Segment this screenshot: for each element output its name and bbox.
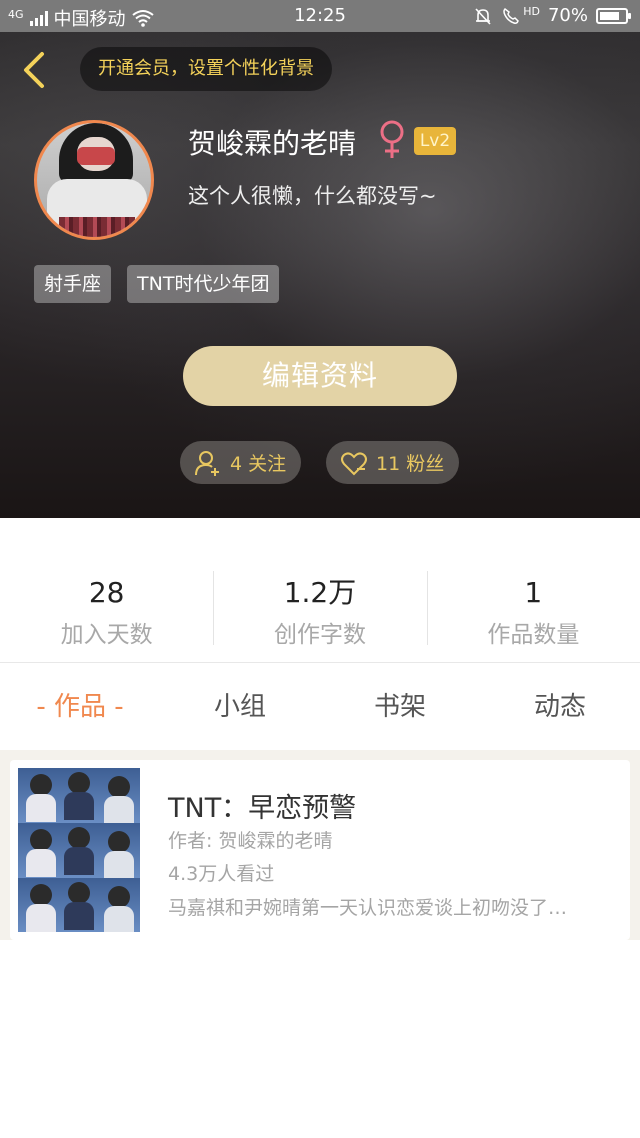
status-bar: 4G 中国移动 12:25 HD 70% [0, 0, 640, 32]
stat-value: 28 [88, 576, 125, 609]
work-title: TNT：早恋预警 [168, 793, 357, 824]
fans-button[interactable]: 11 粉丝 [326, 441, 459, 484]
edit-profile-button[interactable]: 编辑资料 [183, 346, 457, 406]
work-views: 4.3万人看过 [168, 863, 275, 885]
tab-works[interactable]: - 作品 - [0, 664, 160, 750]
work-description: 马嘉祺和尹婉晴第一天认识恋爱谈上初吻没了… [168, 897, 568, 919]
stat-label: 加入天数 [60, 622, 153, 648]
stats-bar: 28 加入天数 1.2万 创作字数 1 作品数量 [0, 565, 640, 650]
tab-bookshelf[interactable]: 书架 [320, 664, 480, 750]
profile-header: 4G 中国移动 12:25 HD 70% 开通会员，设置个性化背景 贺峻霖的老晴… [0, 0, 640, 518]
stat-value: 1 [524, 576, 543, 609]
hd-label: HD [523, 5, 540, 18]
signature: 这个人很懒，什么都没写~ [188, 184, 437, 208]
chevron-left-icon [24, 52, 44, 88]
female-gender-icon [380, 120, 404, 158]
back-button[interactable] [18, 50, 52, 90]
book-cover[interactable] [18, 768, 140, 932]
level-badge: Lv2 [414, 127, 456, 155]
stat-work-count: 1 作品数量 [426, 565, 640, 650]
status-right: HD 70% [473, 5, 631, 26]
battery-text: 70% [547, 5, 588, 26]
stat-value: 1.2万 [283, 576, 357, 609]
avatar[interactable] [34, 120, 154, 240]
stat-word-count: 1.2万 创作字数 [213, 565, 426, 650]
work-card[interactable]: TNT：早恋预警 作者: 贺峻霖的老晴 4.3万人看过 马嘉祺和尹婉晴第一天认识… [10, 760, 630, 940]
add-user-icon [195, 450, 219, 476]
profile-tags: 射手座 TNT时代少年团 [34, 265, 280, 303]
call-icon [503, 7, 520, 24]
divider [0, 662, 640, 663]
profile-tabs: - 作品 - 小组 书架 动态 [0, 664, 640, 750]
stat-label: 作品数量 [487, 622, 580, 648]
battery-icon [596, 7, 631, 24]
tag-fandom[interactable]: TNT时代少年团 [127, 265, 280, 303]
tab-groups[interactable]: 小组 [160, 664, 320, 750]
tab-activity[interactable]: 动态 [480, 664, 640, 750]
fans-label: 11 粉丝 [376, 453, 445, 475]
vip-background-prompt[interactable]: 开通会员，设置个性化背景 [80, 47, 332, 91]
stat-label: 创作字数 [273, 622, 366, 648]
following-label: 4 关注 [230, 453, 287, 475]
heart-icon [341, 451, 367, 475]
stat-join-days: 28 加入天数 [0, 565, 213, 650]
nickname: 贺峻霖的老晴 [188, 127, 357, 160]
work-author: 作者: 贺峻霖的老晴 [168, 830, 333, 852]
tag-zodiac[interactable]: 射手座 [34, 265, 112, 303]
following-button[interactable]: 4 关注 [180, 441, 301, 484]
mute-bell-icon [475, 7, 491, 25]
